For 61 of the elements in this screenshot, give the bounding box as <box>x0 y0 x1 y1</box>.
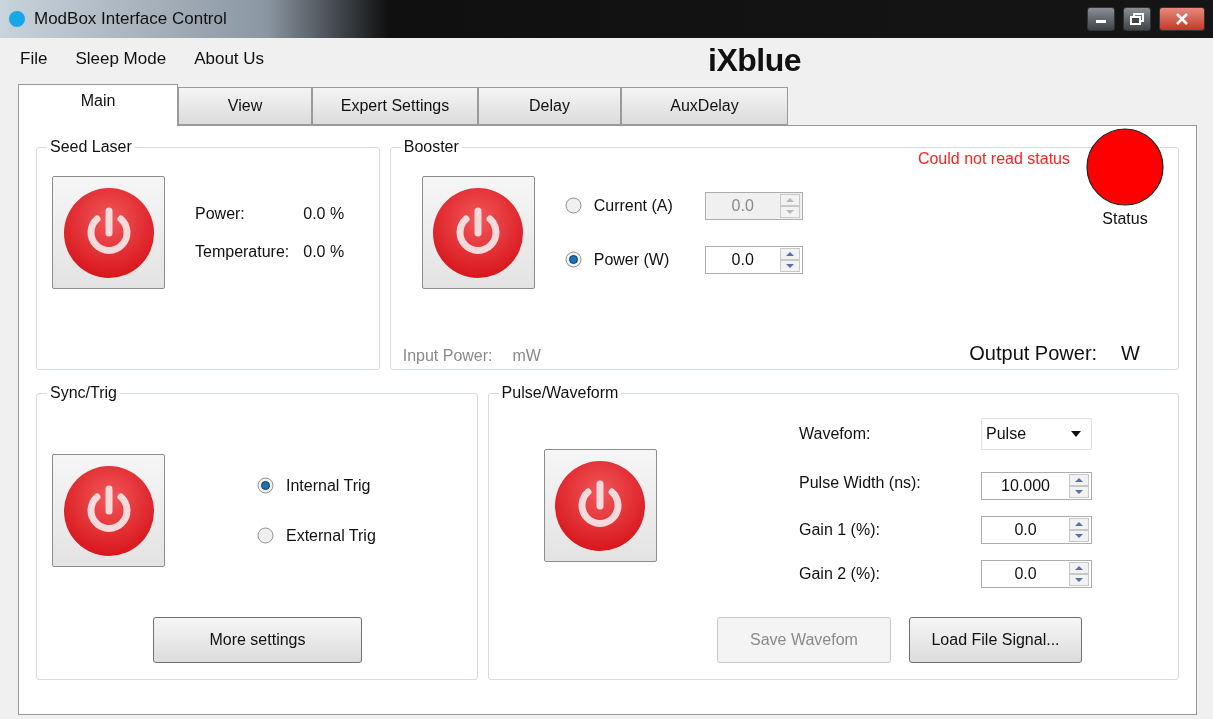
group-title: Pulse/Waveform <box>500 384 620 402</box>
output-power-label: Output Power: <box>969 342 1098 365</box>
power-icon <box>432 186 525 279</box>
app-icon <box>8 10 26 28</box>
power-icon <box>62 186 155 279</box>
tab[interactable]: View <box>178 87 312 125</box>
number-field[interactable]: 0.0 <box>981 516 1092 544</box>
power-button[interactable] <box>52 176 165 289</box>
reading-label: Power: <box>195 204 246 223</box>
radio-label: Internal Trig <box>286 476 371 495</box>
menu-item[interactable]: File <box>20 49 48 69</box>
radio-button[interactable] <box>257 527 274 544</box>
action-button[interactable]: Load File Signal... <box>909 617 1082 663</box>
group-title: Sync/Trig <box>49 384 118 402</box>
input-power-unit: mW <box>512 347 541 365</box>
minimize-button[interactable] <box>1087 7 1115 31</box>
field-label: Pulse Width (ns): <box>799 474 922 492</box>
power-icon <box>62 464 155 557</box>
status-label: Status <box>1102 210 1148 228</box>
tab[interactable]: Expert Settings <box>312 87 478 125</box>
radio-label: Current (A) <box>593 196 673 215</box>
spinner-arrows-icon[interactable] <box>1069 518 1089 542</box>
field-label: Wavefom: <box>799 425 872 443</box>
tab[interactable]: AuxDelay <box>621 87 788 125</box>
field-label: Gain 1 (%): <box>799 521 881 539</box>
radio-button[interactable] <box>257 477 274 494</box>
status-message: Could not read status <box>917 150 1070 169</box>
radio-button[interactable] <box>564 251 582 268</box>
power-button[interactable] <box>52 454 165 567</box>
dropdown[interactable]: Pulse <box>981 418 1092 450</box>
number-field[interactable]: 0.0 <box>981 560 1092 588</box>
power-button[interactable] <box>421 176 535 289</box>
caret-icon <box>1071 431 1081 437</box>
maximize-button[interactable] <box>1123 7 1151 31</box>
spinner-arrows-icon[interactable] <box>779 247 800 272</box>
tab[interactable]: Delay <box>478 87 621 125</box>
more-settings-button[interactable]: More settings <box>153 617 362 663</box>
window-title: ModBox Interface Control <box>34 9 228 29</box>
group-title: Seed Laser <box>49 138 133 156</box>
output-power-unit: W <box>1121 342 1140 365</box>
reading-value: 0.0 % <box>303 204 345 223</box>
tab[interactable]: Main <box>18 84 178 126</box>
close-icon <box>1176 13 1188 25</box>
radio-label: Power (W) <box>593 250 670 269</box>
field-label: Gain 2 (%): <box>799 565 881 583</box>
close-button[interactable] <box>1159 7 1205 31</box>
radio-label: External Trig <box>286 526 376 545</box>
input-power-label: Input Power: <box>402 347 493 365</box>
number-field[interactable]: 0.0 <box>704 245 803 274</box>
menu-item[interactable]: About Us <box>194 49 265 69</box>
number-field[interactable]: 10.000 <box>981 472 1092 500</box>
spinner-arrows-icon[interactable] <box>1069 474 1089 498</box>
logo: iXblue <box>708 42 801 79</box>
group-title: Booster <box>402 138 460 156</box>
menu-item[interactable]: Sleep Mode <box>75 49 167 69</box>
reading-value: 0.0 % <box>303 242 345 261</box>
power-icon <box>554 459 647 552</box>
power-button[interactable] <box>543 449 657 562</box>
restore-icon <box>1130 13 1144 25</box>
reading-label: Temperature: <box>195 242 290 261</box>
spinner-arrows-icon[interactable] <box>1069 562 1089 586</box>
